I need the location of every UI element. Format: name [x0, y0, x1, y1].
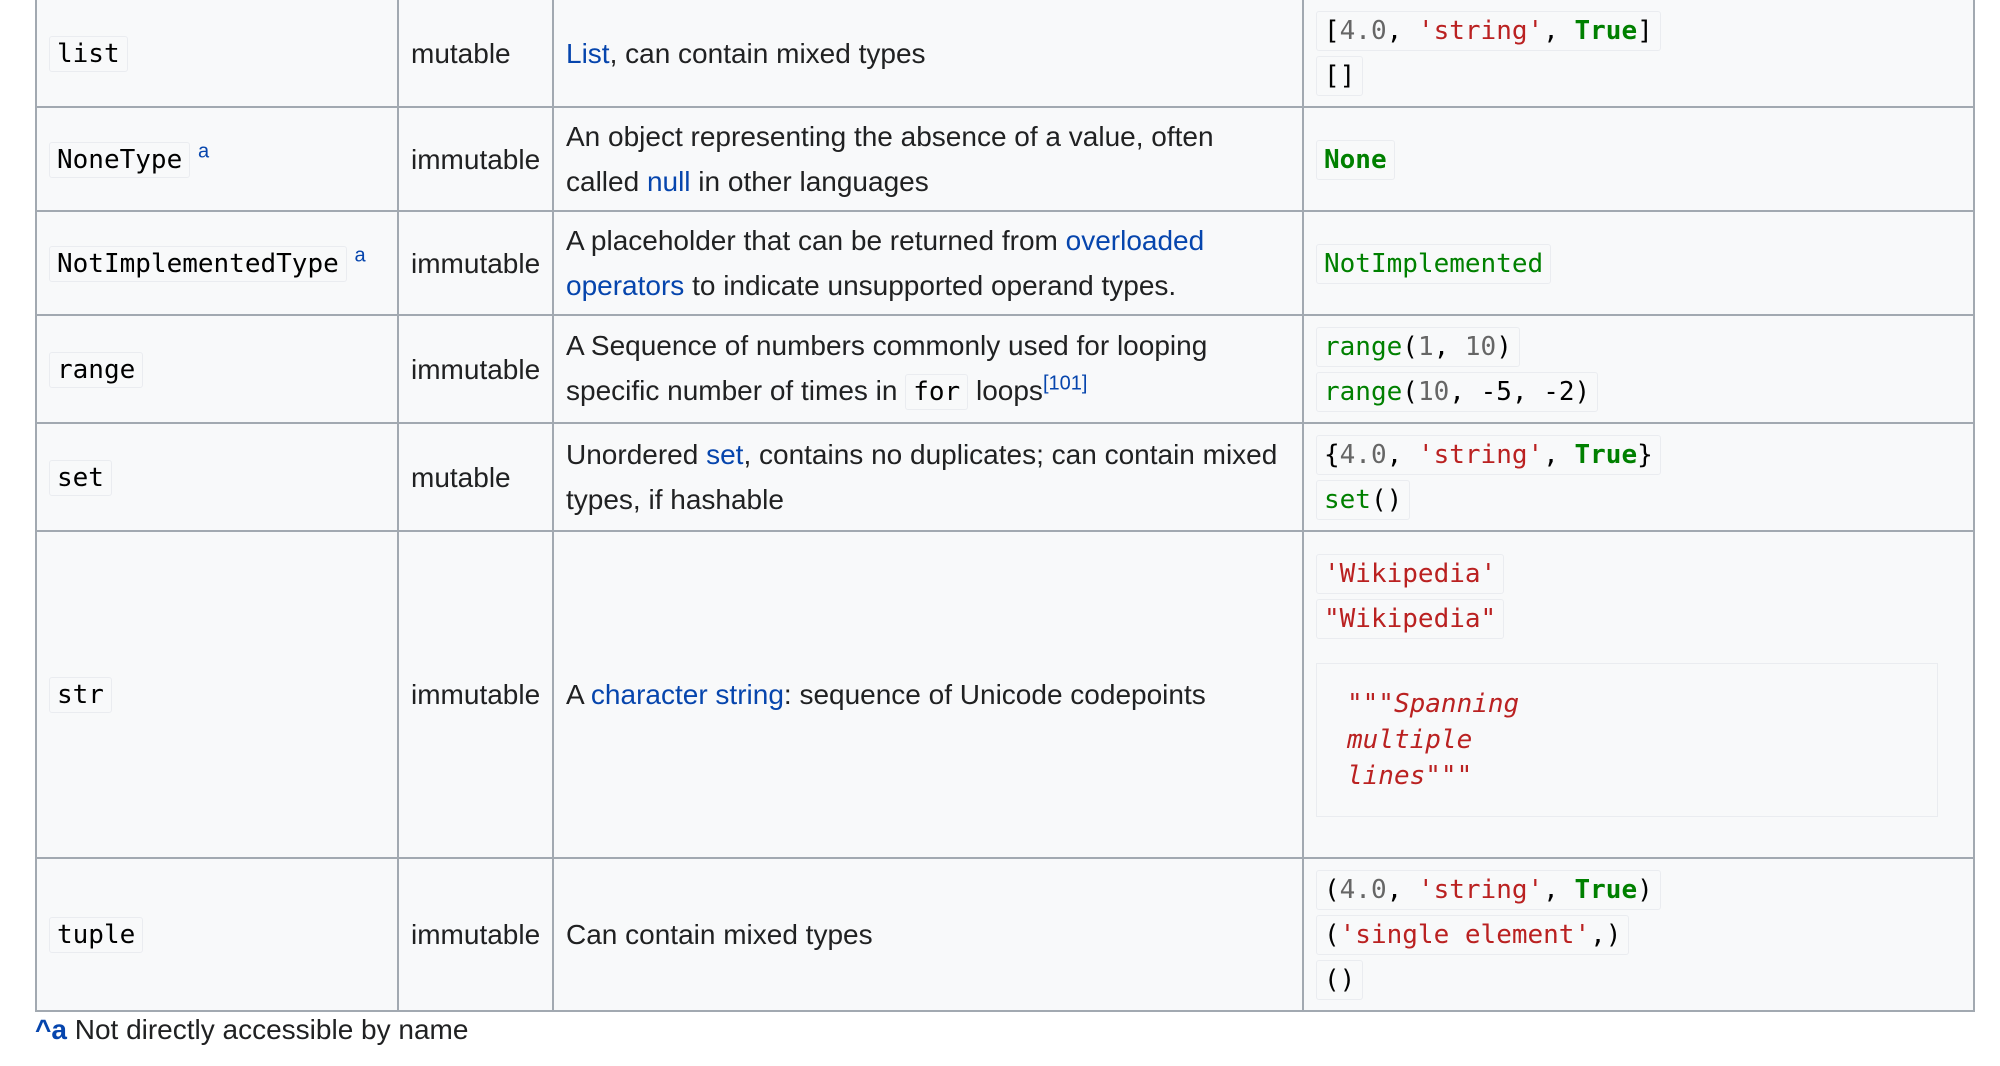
description-text: A: [566, 679, 591, 710]
type-cell: set: [35, 422, 399, 532]
table-row: str immutable A character string: sequen…: [35, 530, 1975, 859]
type-cell: str: [35, 530, 399, 859]
table-row: NoneType a immutable An object represent…: [35, 106, 1975, 212]
type-cell: NoneType a: [35, 106, 399, 212]
example-line: []: [1316, 55, 1961, 96]
example-code: None: [1316, 139, 1395, 180]
table-row: NotImplementedType a immutable A placeho…: [35, 210, 1975, 316]
character-string-link[interactable]: character string: [591, 679, 784, 710]
footnote-text: Not directly accessible by name: [66, 1014, 469, 1045]
example-line: set(): [1316, 479, 1961, 520]
table-row: set mutable Unordered set, contains no d…: [35, 422, 1975, 532]
footnote-ref-link[interactable]: a: [198, 140, 209, 162]
example-cell: NotImplemented: [1302, 210, 1975, 316]
table-row: tuple immutable Can contain mixed types …: [35, 857, 1975, 1012]
description-cell: A Sequence of numbers commonly used for …: [552, 314, 1304, 424]
example-line: {4.0, 'string', True}: [1316, 434, 1961, 475]
multiline-string-block: """Spanning multiple lines""": [1316, 662, 1938, 817]
type-name: str: [49, 677, 112, 713]
set-link[interactable]: set: [706, 439, 743, 470]
example-line: (4.0, 'string', True): [1316, 869, 1961, 910]
description-cell: A character string: sequence of Unicode …: [552, 530, 1304, 859]
example-cell: range(1, 10) range(10, -5, -2): [1302, 314, 1975, 424]
description-text: A placeholder that can be returned from: [566, 225, 1066, 256]
list-link[interactable]: List: [566, 38, 610, 69]
example-line: range(10, -5, -2): [1316, 371, 1961, 412]
description-text: , can contain mixed types: [609, 37, 926, 69]
example-cell: {4.0, 'string', True} set(): [1302, 422, 1975, 532]
example-line: 'Wikipedia': [1316, 553, 1961, 594]
example-code: range(10, -5, -2): [1316, 372, 1599, 412]
type-name: NotImplementedType: [49, 245, 347, 282]
example-code: "Wikipedia": [1316, 598, 1505, 639]
type-name: range: [49, 351, 144, 388]
mutability-cell: mutable: [397, 0, 554, 108]
table-row: range immutable A Sequence of numbers co…: [35, 314, 1975, 424]
description-cell: Unordered set, contains no duplicates; c…: [552, 422, 1304, 532]
footnote-a: ^a Not directly accessible by name: [35, 1010, 468, 1050]
example-code: set(): [1316, 480, 1411, 520]
description-cell: An object representing the absence of a …: [552, 106, 1304, 212]
example-code: range(1, 10): [1316, 327, 1520, 367]
description-text: : sequence of Unicode codepoints: [783, 679, 1206, 710]
table-row: list mutable List, can contain mixed typ…: [35, 0, 1975, 108]
footnote-backlink[interactable]: ^a: [35, 1014, 67, 1045]
type-cell: list: [35, 0, 399, 108]
description-cell: A placeholder that can be returned from …: [552, 210, 1304, 316]
example-line: "Wikipedia": [1316, 598, 1961, 639]
citation-link[interactable]: [101]: [1043, 373, 1087, 395]
example-code: (4.0, 'string', True): [1316, 870, 1661, 910]
example-code: ('single element',): [1316, 915, 1630, 955]
example-code: [4.0, 'string', True]: [1316, 11, 1661, 51]
mutability-cell: immutable: [397, 530, 554, 859]
example-cell: 'Wikipedia' "Wikipedia" """Spanning mult…: [1302, 530, 1975, 859]
description-cell: Can contain mixed types: [552, 857, 1304, 1012]
mutability-cell: immutable: [397, 106, 554, 212]
mutability-cell: mutable: [397, 422, 554, 532]
example-code: {4.0, 'string', True}: [1316, 435, 1661, 475]
inline-code: for: [905, 374, 969, 410]
description-cell: List, can contain mixed types: [552, 0, 1304, 108]
footnote-ref-link[interactable]: a: [355, 244, 366, 266]
example-code: (): [1316, 960, 1364, 1000]
example-line: range(1, 10): [1316, 326, 1961, 367]
type-name: tuple: [49, 917, 144, 953]
example-code: []: [1316, 56, 1364, 96]
example-line: (): [1316, 959, 1961, 1000]
type-name: list: [49, 35, 128, 72]
mutability-cell: immutable: [397, 210, 554, 316]
example-line: [4.0, 'string', True]: [1316, 10, 1961, 51]
mutability-cell: immutable: [397, 314, 554, 424]
description-text: in other languages: [690, 166, 929, 197]
example-code: 'Wikipedia': [1316, 553, 1505, 594]
description-text: A Sequence of numbers commonly used for …: [566, 330, 1208, 406]
type-cell: NotImplementedType a: [35, 210, 399, 316]
example-cell: (4.0, 'string', True) ('single element',…: [1302, 857, 1975, 1012]
mutability-cell: immutable: [397, 857, 554, 1012]
type-cell: tuple: [35, 857, 399, 1012]
type-name: set: [49, 459, 112, 496]
description-text: Unordered: [566, 439, 707, 470]
example-cell: [4.0, 'string', True] []: [1302, 0, 1975, 108]
description-text: to indicate unsupported operand types.: [684, 270, 1177, 301]
example-cell: None: [1302, 106, 1975, 212]
example-line: None: [1316, 139, 1961, 180]
description-text: loops: [968, 375, 1043, 406]
type-cell: range: [35, 314, 399, 424]
example-line: NotImplemented: [1316, 243, 1961, 284]
null-link[interactable]: null: [647, 166, 691, 197]
example-code: NotImplemented: [1316, 243, 1552, 284]
example-line: ('single element',): [1316, 914, 1961, 955]
builtin-types-table: list mutable List, can contain mixed typ…: [35, 0, 1975, 1012]
type-name: NoneType: [49, 141, 191, 178]
